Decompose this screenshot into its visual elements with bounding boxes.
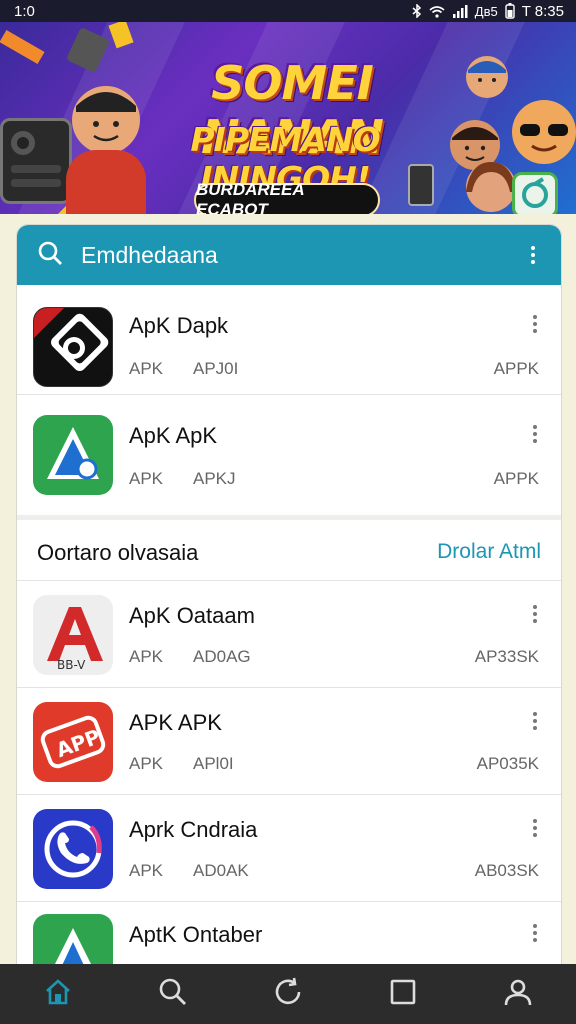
- triangle-app-icon: [33, 415, 113, 495]
- banner-confetti: [0, 29, 45, 65]
- nav-home-button[interactable]: [30, 966, 86, 1022]
- app-meta: AP33SK: [474, 647, 539, 666]
- signal-icon: [452, 4, 468, 18]
- banner-person-glasses: [512, 100, 576, 164]
- app-name: ApK Dapk: [129, 313, 229, 338]
- app-meta: AP035K: [476, 754, 539, 773]
- app-name: AptK Ontaber: [129, 922, 263, 947]
- square-icon: [389, 978, 417, 1011]
- bottom-navigation: [0, 964, 576, 1024]
- a-letter-app-icon: BB-V: [33, 595, 113, 675]
- search-icon[interactable]: [37, 240, 63, 271]
- app-meta: APKJ: [193, 469, 236, 488]
- more-vert-icon[interactable]: [523, 819, 547, 837]
- status-time: 1:0: [14, 2, 35, 20]
- list-item[interactable]: APP APK APK APK APl0I AP035K: [17, 688, 561, 795]
- refresh-icon: [272, 976, 304, 1013]
- more-vert-icon[interactable]: [523, 605, 547, 623]
- banner-person-woman: [466, 162, 516, 212]
- section-title: Oortaro olvasaia: [37, 540, 199, 565]
- more-vert-icon[interactable]: [523, 924, 547, 942]
- section-see-all-link[interactable]: Drolar Atml: [437, 540, 541, 564]
- app-list-card: Emdhedaana ApK Dapk APK APJ0I APPK ApK A…: [16, 224, 562, 974]
- promo-banner[interactable]: SOMEI NANAN PIPEMANO ININGOH! BURDAREEA …: [0, 22, 576, 214]
- search-icon: [158, 977, 188, 1012]
- svg-text:APP: APP: [53, 724, 103, 762]
- more-vert-icon[interactable]: [521, 246, 545, 264]
- banner-person-right-top: [466, 56, 508, 98]
- nav-apps-button[interactable]: [375, 966, 431, 1022]
- list-item[interactable]: ApK Dapk APK APJ0I APPK: [17, 285, 561, 395]
- app-meta: APK: [129, 647, 164, 666]
- banner-app-badge-icon: [512, 172, 558, 214]
- app-meta: AB03SK: [474, 861, 539, 880]
- svg-text:BB-V: BB-V: [57, 658, 86, 672]
- app-meta: APK: [129, 469, 164, 488]
- app-meta: AD0AK: [193, 861, 249, 880]
- search-input[interactable]: Emdhedaana: [81, 242, 521, 269]
- search-bar[interactable]: Emdhedaana: [17, 225, 561, 285]
- list-item[interactable]: BB-V ApK Oataam APK AD0AG AP33SK: [17, 581, 561, 688]
- app-meta: AD0AG: [193, 647, 251, 666]
- banner-cta-pill[interactable]: BURDAREEA ECABOT: [194, 180, 380, 214]
- bluetooth-icon: [412, 4, 422, 18]
- status-clock: T 8:35: [521, 2, 564, 20]
- nav-search-button[interactable]: [145, 966, 201, 1022]
- app-meta: APJ0I: [193, 359, 239, 378]
- app-badge-icon: APP: [33, 702, 113, 782]
- more-vert-icon[interactable]: [523, 425, 547, 443]
- more-vert-icon[interactable]: [523, 712, 547, 730]
- banner-gadget-image: [0, 118, 72, 204]
- wifi-icon: [429, 5, 445, 18]
- app-meta: APl0I: [193, 754, 234, 773]
- app-meta: APPK: [493, 469, 539, 488]
- status-bar: 1:0 Дв5 T 8:35: [0, 0, 576, 22]
- app-name: Aprk Cndraia: [129, 817, 258, 842]
- profile-icon: [503, 977, 533, 1012]
- section-header: Oortaro olvasaia Drolar Atml: [17, 515, 561, 581]
- app-meta: APPK: [493, 359, 539, 378]
- more-vert-icon[interactable]: [523, 315, 547, 333]
- status-right-text: Дв5: [474, 3, 498, 19]
- phone-app-icon: [33, 809, 113, 889]
- battery-icon: [505, 3, 515, 19]
- target-app-icon: [33, 307, 113, 387]
- app-meta: APK: [129, 359, 164, 378]
- nav-profile-button[interactable]: [490, 966, 546, 1022]
- app-meta: APK: [129, 754, 164, 773]
- app-name: APK APK: [129, 710, 222, 735]
- home-icon: [43, 977, 73, 1012]
- app-name: ApK ApK: [129, 423, 218, 448]
- nav-updates-button[interactable]: [260, 966, 316, 1022]
- list-item[interactable]: ApK ApK APK APKJ APPK: [17, 395, 561, 505]
- app-meta: APK: [129, 861, 164, 880]
- app-name: ApK Oataam: [129, 603, 255, 628]
- list-item[interactable]: Aprk Cndraia APK AD0AK AB03SK: [17, 795, 561, 902]
